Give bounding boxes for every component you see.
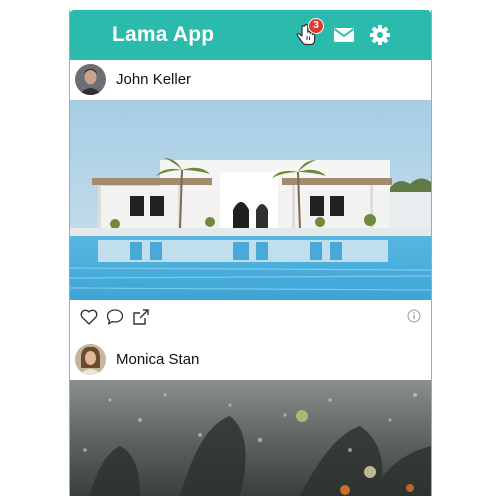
post-image: [70, 100, 431, 300]
post-username[interactable]: John Keller: [116, 71, 191, 88]
avatar[interactable]: [75, 64, 106, 95]
notification-badge: 3: [308, 18, 324, 34]
post-header: Monica Stan: [70, 340, 431, 380]
post-header: John Keller: [70, 60, 431, 100]
settings-button[interactable]: [367, 22, 393, 48]
speech-bubble-icon: [106, 309, 124, 325]
info-icon: [407, 309, 421, 323]
avatar[interactable]: [75, 344, 106, 375]
rainy-window-image: [70, 380, 431, 496]
navbar: Lama App 3: [70, 10, 431, 60]
post-actions: [70, 300, 431, 334]
share-button[interactable]: [131, 307, 151, 327]
info-button[interactable]: [407, 309, 421, 323]
user-avatar-image: [75, 344, 106, 375]
app-card: Lama App 3 John Keller Monica Stan: [69, 10, 432, 496]
notification-button[interactable]: 3: [294, 18, 324, 48]
like-button[interactable]: [79, 307, 99, 327]
envelope-icon: [333, 28, 355, 42]
gear-icon: [370, 25, 390, 45]
post-image: [70, 380, 431, 496]
messages-button[interactable]: [331, 22, 357, 48]
comment-button[interactable]: [105, 307, 125, 327]
app-title: Lama App: [112, 23, 215, 46]
heart-icon: [80, 309, 98, 325]
post-username[interactable]: Monica Stan: [116, 351, 199, 368]
share-icon: [133, 309, 149, 325]
user-avatar-image: [75, 64, 106, 95]
villa-pool-image: [70, 100, 431, 300]
